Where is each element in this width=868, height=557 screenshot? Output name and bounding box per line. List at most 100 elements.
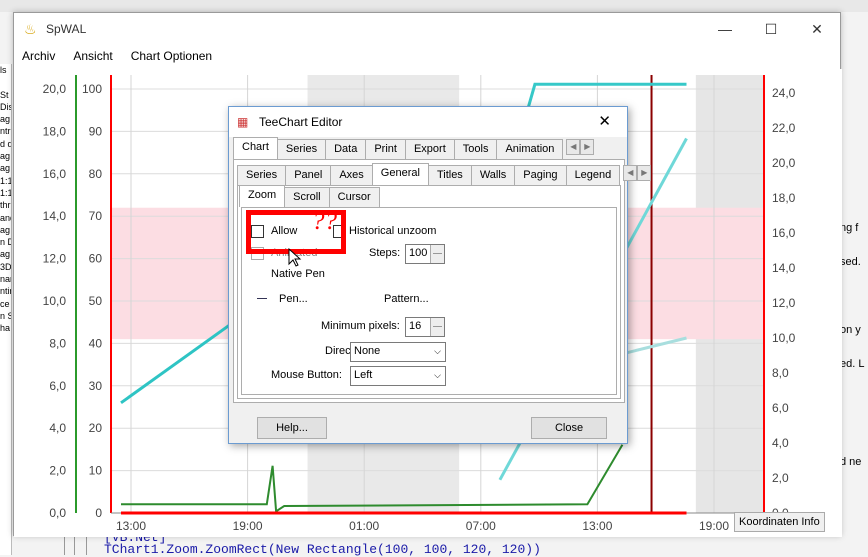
y-left-outer-tick: 10,0 [43, 294, 67, 308]
chevron-down-icon: ⌵ [434, 346, 441, 356]
y-left-outer-tick: 8,0 [49, 336, 66, 350]
subtab-scroll-right-icon[interactable]: ▶ [637, 165, 652, 181]
pen-color-icon [257, 298, 267, 299]
menu-chart-optionen[interactable]: Chart Optionen [131, 49, 212, 63]
dialog-title-bar: ▦ TeeChart Editor ✕ [229, 107, 627, 137]
x-tick: 13:00 [582, 519, 612, 533]
subtab-titles[interactable]: Titles [427, 165, 472, 185]
chevron-down-icon: ⌵ [434, 370, 441, 380]
y-left-outer-tick: 0,0 [49, 506, 66, 520]
bg-text: ha [0, 323, 11, 334]
x-tick: 07:00 [466, 519, 496, 533]
pen-button[interactable]: Pen... [279, 293, 308, 305]
y-left-inner-tick: 70 [89, 209, 103, 223]
tab-cursor[interactable]: Cursor [328, 187, 380, 207]
tab-series[interactable]: Series [276, 139, 327, 159]
subtab-legend[interactable]: Legend [565, 165, 621, 185]
dialog-title: TeeChart Editor [259, 115, 343, 129]
bg-text: d de [0, 138, 11, 149]
code-line: TChart1.Zoom.ZoomRect(New Rectangle(100,… [104, 542, 541, 557]
tab-export[interactable]: Export [404, 139, 455, 159]
minimum-pixels-label: Minimum pixels: [321, 320, 400, 332]
tab-chart[interactable]: Chart [233, 137, 278, 159]
y-right-tick: 20,0 [772, 156, 796, 170]
minimum-pixels-value: 16 [409, 320, 422, 332]
minpix-updown-icon[interactable] [430, 318, 444, 336]
title-bar: ♨ SpWAL — ☐ ✕ [14, 13, 840, 45]
bg-text: and [0, 212, 11, 223]
teechart-editor-dialog: ▦ TeeChart Editor ✕ Chart Series Data Pr… [228, 106, 652, 444]
minimize-button[interactable]: — [702, 13, 748, 45]
bg-text: on y [840, 324, 861, 336]
close-button[interactable]: ✕ [794, 13, 840, 45]
menu-ansicht[interactable]: Ansicht [73, 49, 112, 63]
bg-text: ls [0, 65, 7, 75]
help-button[interactable]: Help... [257, 417, 327, 439]
subtab-walls[interactable]: Walls [470, 165, 516, 185]
y-left-outer-tick: 4,0 [49, 421, 66, 435]
right-background-text: ng f sed. on y ed. L d ne [840, 200, 868, 500]
close-dialog-button[interactable]: Close [531, 417, 607, 439]
y-left-inner-tick: 50 [89, 294, 103, 308]
bg-text: thr [0, 200, 11, 211]
steps-stepper[interactable]: 100 [405, 244, 445, 264]
x-tick: 19:00 [699, 519, 729, 533]
bg-text: ag C [0, 249, 11, 260]
annotation-question-marks: ?? [312, 208, 337, 235]
subtab-general[interactable]: General [371, 163, 429, 185]
bg-text: n D [0, 237, 11, 248]
bg-text: sed. [840, 256, 861, 268]
tab-scroll[interactable]: Scroll [284, 187, 330, 207]
y-right-tick: 2,0 [772, 471, 789, 485]
bg-text: ntr [0, 126, 11, 137]
bg-text: ag v [0, 151, 11, 162]
x-tick: 13:00 [116, 519, 146, 533]
bg-text [0, 76, 11, 88]
subtab-series[interactable]: Series [237, 165, 287, 185]
subtab-paging[interactable]: Paging [514, 165, 567, 185]
bg-text: 1:1 [0, 187, 12, 198]
y-left-outer-tick: 20,0 [43, 82, 67, 96]
y-right-tick: 14,0 [772, 261, 796, 275]
y-right-tick: 18,0 [772, 191, 796, 205]
tab-scroll-right-icon[interactable]: ▶ [580, 139, 595, 155]
pattern-button[interactable]: Pattern... [384, 293, 429, 305]
menu-archiv[interactable]: Archiv [22, 49, 55, 63]
bg-text: ag u [0, 224, 11, 235]
maximize-button[interactable]: ☐ [748, 13, 794, 45]
dialog-close-icon[interactable]: ✕ [598, 112, 611, 130]
bg-text: d ne [840, 456, 862, 468]
y-right-tick: 10,0 [772, 331, 796, 345]
tab-print[interactable]: Print [365, 139, 406, 159]
direction-select[interactable]: None ⌵ [350, 342, 446, 362]
y-right-tick: 12,0 [772, 296, 796, 310]
y-left-inner-tick: 60 [89, 252, 103, 266]
tab-tools[interactable]: Tools [453, 139, 498, 159]
y-right-tick: 8,0 [772, 366, 789, 380]
steps-value: 100 [409, 247, 428, 259]
bg-text: nar [0, 274, 12, 285]
steps-updown-icon[interactable] [430, 245, 444, 263]
tab-animation[interactable]: Animation [496, 139, 564, 159]
subtab-panel[interactable]: Panel [285, 165, 332, 185]
bg-text: ag [0, 114, 11, 125]
teechart-icon: ▦ [237, 115, 249, 129]
y-right-tick: 22,0 [772, 121, 796, 135]
mouse-button-select[interactable]: Left ⌵ [350, 366, 446, 386]
subtab-scroll-left-icon[interactable]: ◀ [623, 165, 638, 181]
subtab-axes[interactable]: Axes [330, 165, 373, 185]
y-right-tick: 16,0 [772, 226, 796, 240]
koordinaten-info-button[interactable]: Koordinaten Info [734, 512, 825, 532]
y-left-inner-tick: 80 [89, 167, 103, 181]
minimum-pixels-stepper[interactable]: 16 [405, 317, 445, 337]
tab-zoom[interactable]: Zoom [239, 185, 286, 207]
steps-label: Steps: [369, 247, 401, 259]
y-left-inner-tick: 40 [89, 336, 103, 350]
tab-scroll-left-icon[interactable]: ◀ [566, 139, 581, 155]
bg-text: n S [0, 310, 11, 321]
y-left-inner-tick: 90 [89, 124, 103, 138]
mouse-button-value: Left [354, 369, 373, 381]
y-left-inner-tick: 0 [95, 506, 102, 520]
tab-data[interactable]: Data [325, 139, 367, 159]
bg-text: ag v [0, 163, 11, 174]
